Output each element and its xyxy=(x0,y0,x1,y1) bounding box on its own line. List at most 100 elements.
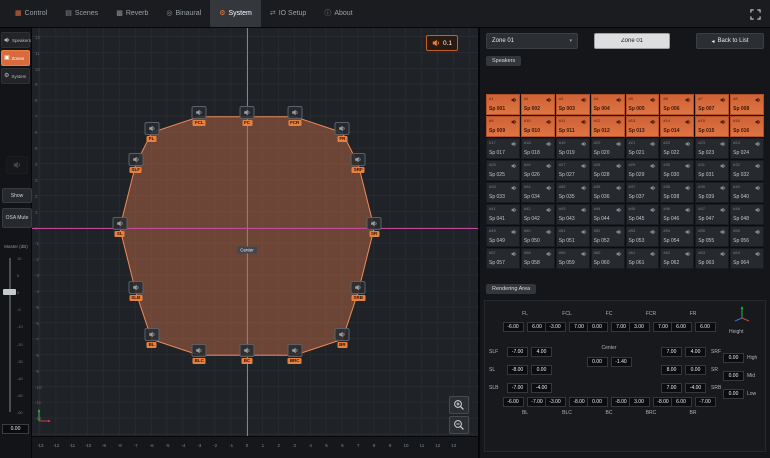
speaker-cell[interactable]: #19Sp 019 xyxy=(556,138,590,159)
show-button[interactable]: Show xyxy=(2,188,32,203)
pos-y-fr[interactable]: 6.00 xyxy=(695,322,716,332)
speaker-cell[interactable]: #63Sp 063 xyxy=(695,248,729,269)
canvas-speaker-srb[interactable]: SRB xyxy=(351,281,366,301)
canvas-speaker-fcr[interactable]: FCR xyxy=(287,106,302,126)
tab-binaural[interactable]: ◎Binaural xyxy=(157,0,210,27)
speaker-cell[interactable]: #12Sp 012 xyxy=(591,116,625,137)
canvas-speaker-sl[interactable]: SL xyxy=(112,217,127,237)
pos-y-srf[interactable]: 4.00 xyxy=(685,347,706,357)
speaker-cell[interactable]: #42Sp 042 xyxy=(521,204,555,225)
canvas-speaker-fc[interactable]: FC xyxy=(240,106,255,126)
canvas-speaker-slf[interactable]: SLF xyxy=(128,153,143,173)
pos-x-bc[interactable]: 0.00 xyxy=(587,397,608,407)
speaker-cell[interactable]: #50Sp 050 xyxy=(521,226,555,247)
speaker-cell[interactable]: #33Sp 033 xyxy=(486,182,520,203)
tab-scenes[interactable]: ▤Scenes xyxy=(56,0,107,27)
canvas-speaker-bc[interactable]: BC xyxy=(240,344,255,364)
speaker-cell[interactable]: #39Sp 039 xyxy=(695,182,729,203)
speaker-cell[interactable]: #57Sp 057 xyxy=(486,248,520,269)
speaker-cell[interactable]: #30Sp 030 xyxy=(660,160,694,181)
speaker-cell[interactable]: #31Sp 031 xyxy=(695,160,729,181)
speaker-cell[interactable]: #15Sp 015 xyxy=(695,116,729,137)
pos-x-slf[interactable]: -7.00 xyxy=(507,347,528,357)
canvas-speaker-fr[interactable]: FR xyxy=(335,122,350,142)
speaker-cell[interactable]: #64Sp 064 xyxy=(730,248,764,269)
speaker-cell[interactable]: #49Sp 049 xyxy=(486,226,520,247)
sidebar-item-speakers[interactable]: Speakers xyxy=(1,32,30,48)
speaker-cell[interactable]: #56Sp 056 xyxy=(730,226,764,247)
speaker-cell[interactable]: #48Sp 048 xyxy=(730,204,764,225)
canvas-speaker-sr[interactable]: SR xyxy=(367,217,382,237)
speaker-cell[interactable]: #34Sp 034 xyxy=(521,182,555,203)
speaker-cell[interactable]: #60Sp 060 xyxy=(591,248,625,269)
pos-y-center[interactable]: -1.40 xyxy=(611,357,632,367)
pos-x-srf[interactable]: 7.00 xyxy=(661,347,682,357)
speaker-cell[interactable]: #32Sp 032 xyxy=(730,160,764,181)
speaker-cell[interactable]: #58Sp 058 xyxy=(521,248,555,269)
tab-system[interactable]: ⚙System xyxy=(210,0,261,27)
speaker-cell[interactable]: #52Sp 052 xyxy=(591,226,625,247)
center-handle[interactable]: Center xyxy=(237,247,257,254)
canvas-speaker-brc[interactable]: BRC xyxy=(287,344,302,364)
speaker-cell[interactable]: #41Sp 041 xyxy=(486,204,520,225)
pos-x-fl[interactable]: -6.00 xyxy=(503,322,524,332)
canvas-speaker-bl[interactable]: BL xyxy=(144,328,159,348)
speaker-cell[interactable]: #38Sp 038 xyxy=(660,182,694,203)
speaker-cell[interactable]: #8Sp 008 xyxy=(730,94,764,115)
height-low-field[interactable]: 0.00 xyxy=(723,389,744,399)
level-badge[interactable]: 0.1 xyxy=(426,35,458,51)
pos-x-fcr[interactable]: 3.00 xyxy=(629,322,650,332)
fullscreen-button[interactable] xyxy=(747,6,763,22)
pos-x-brc[interactable]: 3.00 xyxy=(629,397,650,407)
pos-y-srb[interactable]: -4.00 xyxy=(685,383,706,393)
speaker-cell[interactable]: #40Sp 040 xyxy=(730,182,764,203)
master-value-field[interactable]: 0.00 xyxy=(2,424,29,434)
pos-y-sl[interactable]: 0.00 xyxy=(531,365,552,375)
canvas-speaker-fl[interactable]: FL xyxy=(144,122,159,142)
speaker-cell[interactable]: #7Sp 007 xyxy=(695,94,729,115)
speaker-cell[interactable]: #11Sp 011 xyxy=(556,116,590,137)
tab-control[interactable]: ▦Control xyxy=(6,0,56,27)
speaker-cell[interactable]: #5Sp 005 xyxy=(626,94,660,115)
pos-x-slb[interactable]: -7.00 xyxy=(507,383,528,393)
rendering-canvas[interactable]: 1211109876543210-1-2-3-4-5-6-7-8-9-10-11… xyxy=(32,28,478,458)
speaker-cell[interactable]: #21Sp 021 xyxy=(626,138,660,159)
speaker-cell[interactable]: #59Sp 059 xyxy=(556,248,590,269)
speaker-cell[interactable]: #45Sp 045 xyxy=(626,204,660,225)
speaker-cell[interactable]: #23Sp 023 xyxy=(695,138,729,159)
speaker-cell[interactable]: #1Sp 001 xyxy=(486,94,520,115)
pos-y-slb[interactable]: -4.00 xyxy=(531,383,552,393)
zoom-out-button[interactable] xyxy=(449,416,469,434)
canvas-speaker-srf[interactable]: SRF xyxy=(351,153,366,173)
speaker-cell[interactable]: #44Sp 044 xyxy=(591,204,625,225)
speaker-cell[interactable]: #55Sp 055 xyxy=(695,226,729,247)
speaker-cell[interactable]: #10Sp 010 xyxy=(521,116,555,137)
pos-x-blc[interactable]: -3.00 xyxy=(545,397,566,407)
zone-dropdown[interactable]: Zone 01 ▾ xyxy=(486,33,578,49)
tab-reverb[interactable]: ▩Reverb xyxy=(107,0,157,27)
speaker-cell[interactable]: #53Sp 053 xyxy=(626,226,660,247)
speaker-cell[interactable]: #61Sp 061 xyxy=(626,248,660,269)
tab-io-setup[interactable]: ⇄IO Setup xyxy=(261,0,316,27)
pos-x-bl[interactable]: -6.00 xyxy=(503,397,524,407)
height-mid-field[interactable]: 0.00 xyxy=(723,371,744,381)
pos-x-srb[interactable]: 7.00 xyxy=(661,383,682,393)
tab-about[interactable]: ⓘAbout xyxy=(315,0,361,27)
speaker-cell[interactable]: #46Sp 046 xyxy=(660,204,694,225)
speaker-cell[interactable]: #43Sp 043 xyxy=(556,204,590,225)
canvas-speaker-br[interactable]: BR xyxy=(335,328,350,348)
pos-y-br[interactable]: -7.00 xyxy=(695,397,716,407)
sidebar-item-zones[interactable]: ▣Zones xyxy=(1,50,30,66)
speaker-cell[interactable]: #28Sp 028 xyxy=(591,160,625,181)
canvas-speaker-slb[interactable]: SLB xyxy=(128,281,143,301)
back-to-list-button[interactable]: ◂ Back to List xyxy=(696,33,764,49)
speaker-cell[interactable]: #2Sp 002 xyxy=(521,94,555,115)
speaker-cell[interactable]: #26Sp 026 xyxy=(521,160,555,181)
pos-x-fc[interactable]: 0.00 xyxy=(587,322,608,332)
pos-x-fcl[interactable]: -3.00 xyxy=(545,322,566,332)
speaker-cell[interactable]: #3Sp 003 xyxy=(556,94,590,115)
speaker-cell[interactable]: #51Sp 051 xyxy=(556,226,590,247)
pos-x-fr[interactable]: 6.00 xyxy=(671,322,692,332)
canvas-speaker-blc[interactable]: BLC xyxy=(192,344,207,364)
speaker-cell[interactable]: #37Sp 037 xyxy=(626,182,660,203)
